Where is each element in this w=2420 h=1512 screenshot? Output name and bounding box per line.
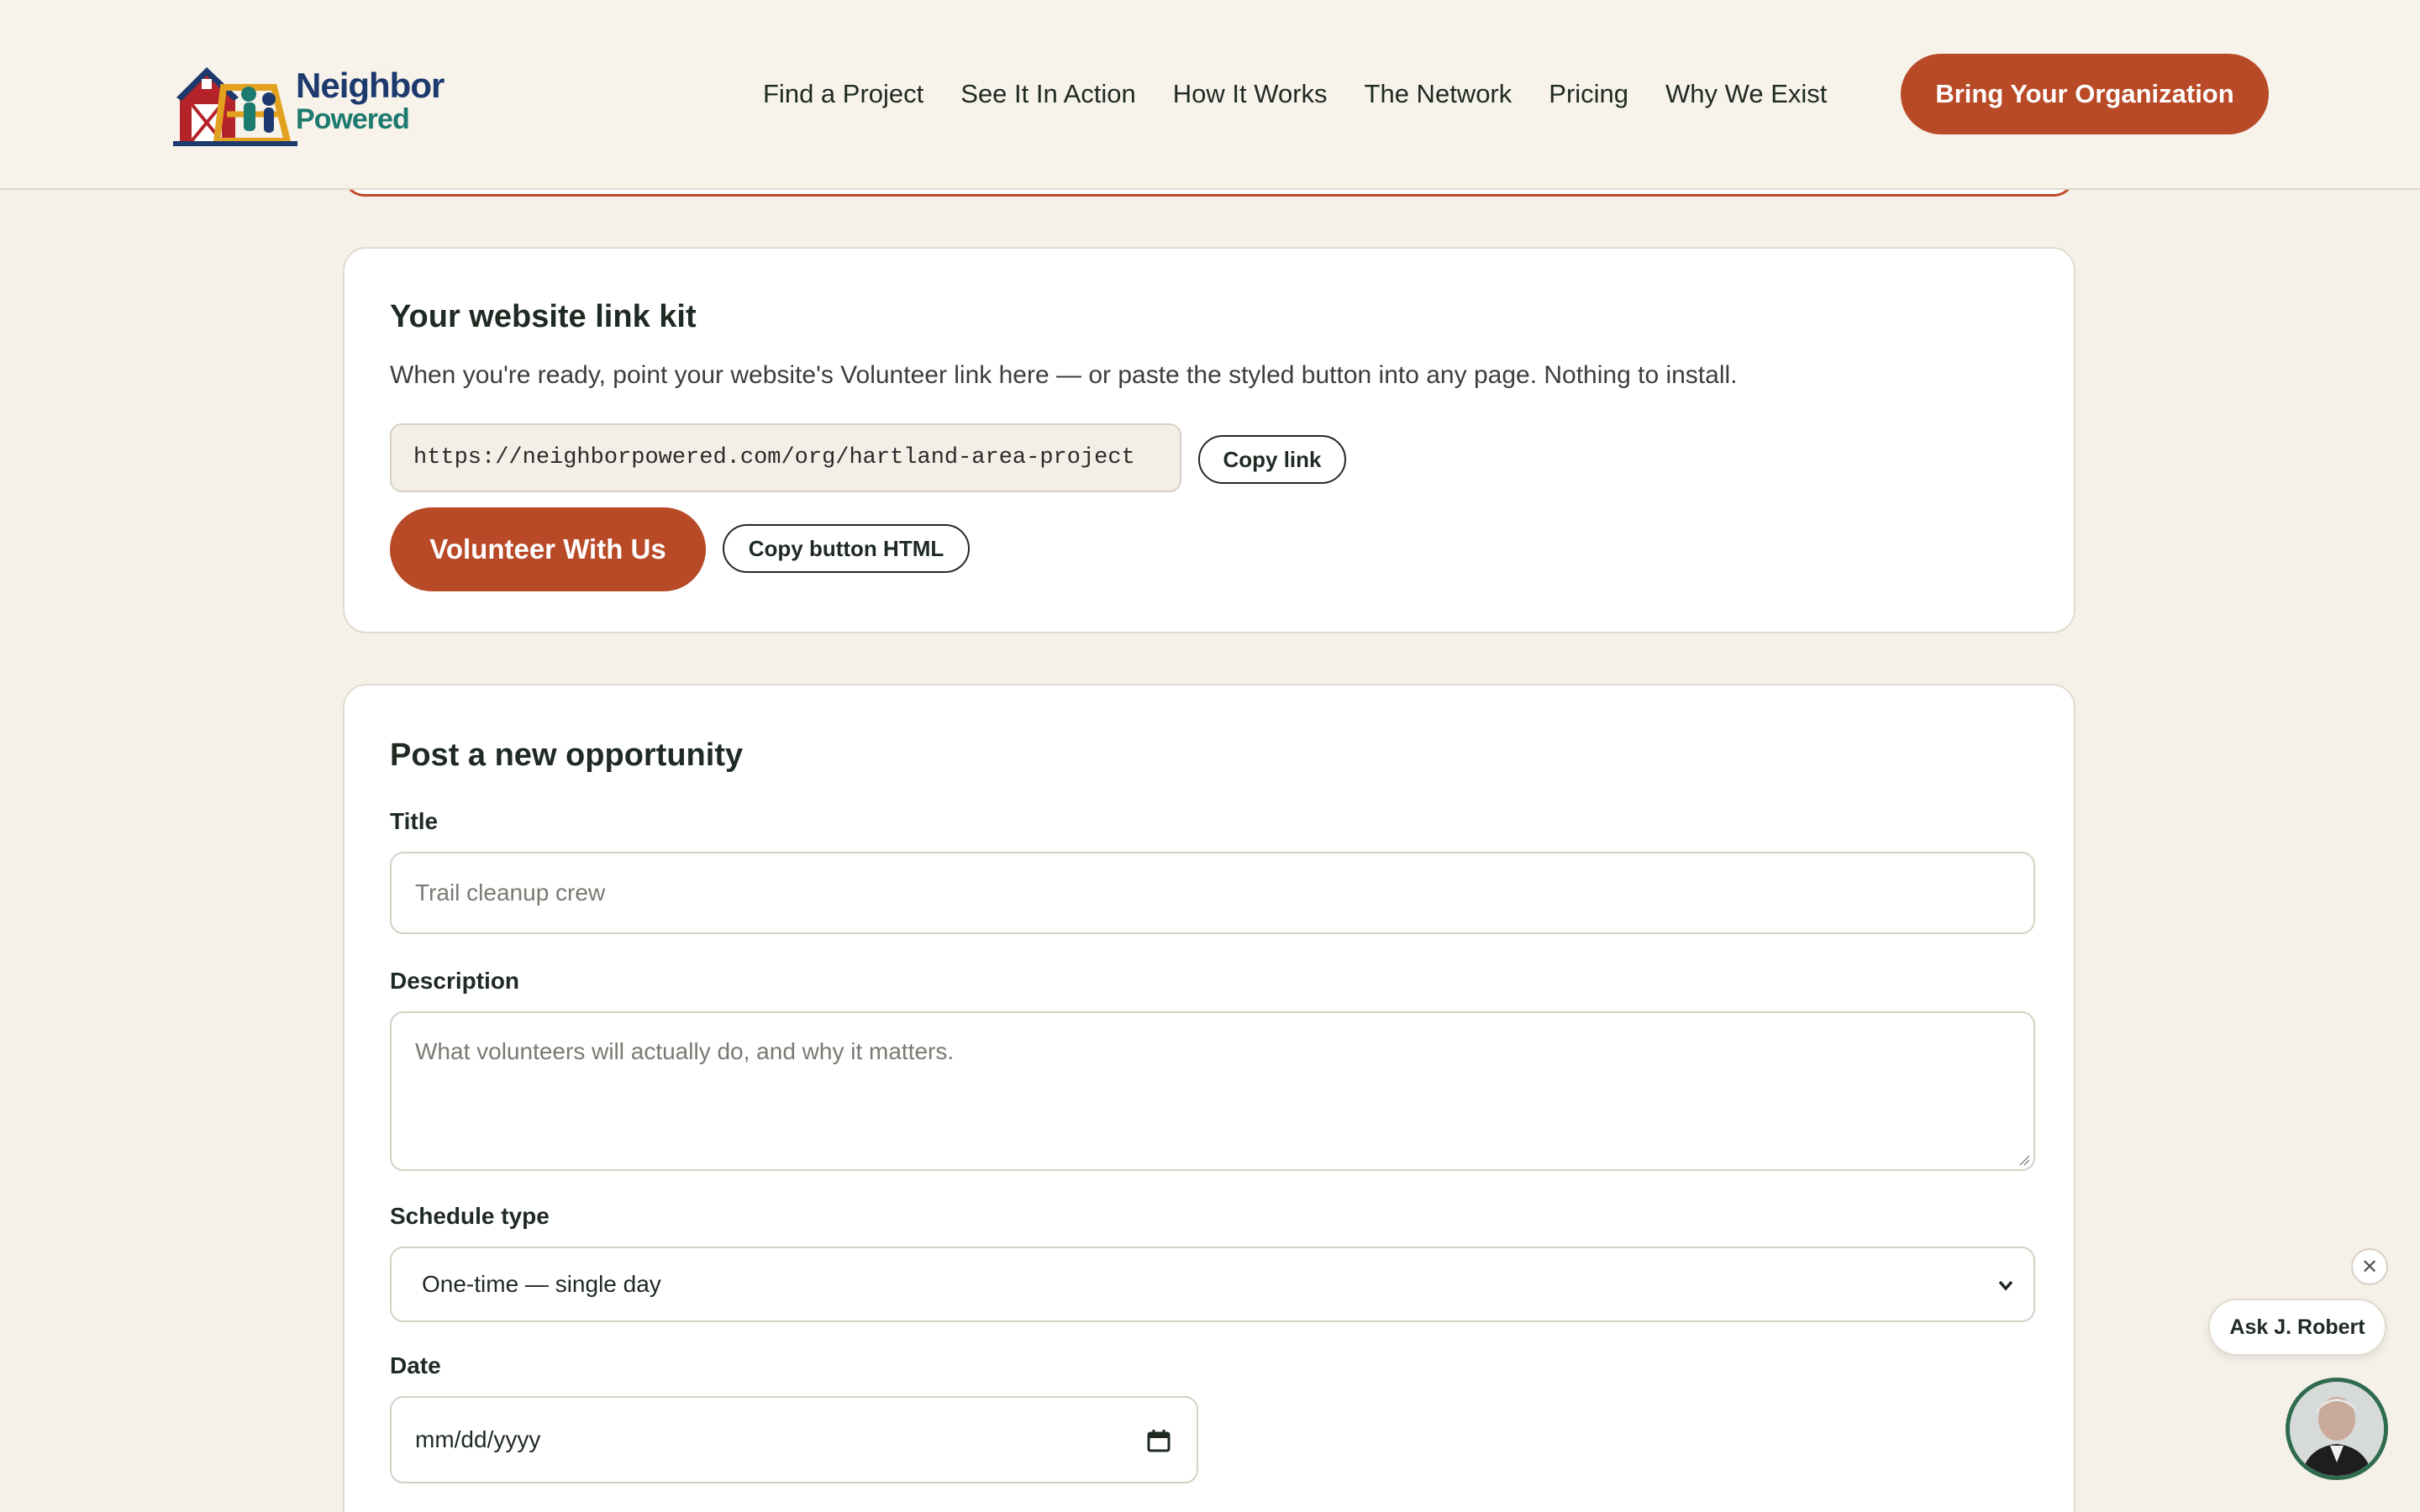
- org-url-field[interactable]: https://neighborpowered.com/org/hartland…: [390, 423, 1181, 492]
- link-kit-title: Your website link kit: [390, 299, 697, 334]
- date-label: Date: [390, 1352, 441, 1378]
- link-kit-description: When you're ready, point your website's …: [390, 361, 1738, 389]
- post-opportunity-card: Post a new opportunity Title Trail clean…: [343, 684, 2075, 1512]
- avatar-portrait-icon: [2290, 1382, 2384, 1476]
- date-placeholder: mm/dd/yyyy: [415, 1426, 541, 1452]
- barn-logo-icon: [173, 67, 297, 146]
- nav-why-we-exist[interactable]: Why We Exist: [1665, 79, 1827, 109]
- copy-button-html-button[interactable]: Copy button HTML: [723, 524, 970, 573]
- logo-line-2: Powered: [296, 103, 410, 135]
- nav-see-it-in-action[interactable]: See It In Action: [960, 79, 1136, 109]
- site-header: Neighbor Powered Find a Project See It I…: [0, 0, 2420, 190]
- title-label: Title: [390, 808, 439, 834]
- resize-grip-icon[interactable]: [2017, 1152, 2030, 1166]
- logo-line-1: Neighbor: [296, 66, 445, 105]
- assistant-avatar[interactable]: [2286, 1378, 2388, 1480]
- description-textarea[interactable]: What volunteers will actually do, and wh…: [390, 1011, 2035, 1171]
- calendar-icon[interactable]: [1146, 1428, 1171, 1453]
- nav-find-a-project[interactable]: Find a Project: [763, 79, 923, 109]
- link-kit-card: Your website link kit When you're ready,…: [343, 247, 2075, 633]
- nav-how-it-works[interactable]: How It Works: [1173, 79, 1328, 109]
- logo[interactable]: Neighbor Powered: [173, 54, 445, 148]
- volunteer-with-us-button[interactable]: Volunteer With Us: [390, 507, 706, 591]
- ask-j-robert-button[interactable]: Ask J. Robert: [2208, 1299, 2386, 1356]
- nav-the-network[interactable]: The Network: [1365, 79, 1512, 109]
- main-nav: Find a Project See It In Action How It W…: [763, 54, 1827, 134]
- description-label: Description: [390, 968, 520, 994]
- schedule-type-select[interactable]: One-time — single day: [390, 1247, 2035, 1322]
- logo-text: Neighbor Powered: [296, 66, 445, 135]
- post-opportunity-title: Post a new opportunity: [390, 738, 744, 773]
- bring-your-organization-button[interactable]: Bring Your Organization: [1901, 54, 2269, 134]
- schedule-type-value: One-time — single day: [422, 1271, 661, 1297]
- title-input[interactable]: Trail cleanup crew: [390, 852, 2035, 934]
- schedule-type-label: Schedule type: [390, 1203, 550, 1229]
- date-input[interactable]: mm/dd/yyyy: [390, 1396, 1198, 1483]
- chevron-down-icon: [1998, 1280, 2013, 1291]
- chat-close-button[interactable]: ✕: [2351, 1248, 2388, 1285]
- nav-pricing[interactable]: Pricing: [1549, 79, 1628, 109]
- description-placeholder: What volunteers will actually do, and wh…: [415, 1038, 955, 1064]
- copy-link-button[interactable]: Copy link: [1198, 435, 1346, 484]
